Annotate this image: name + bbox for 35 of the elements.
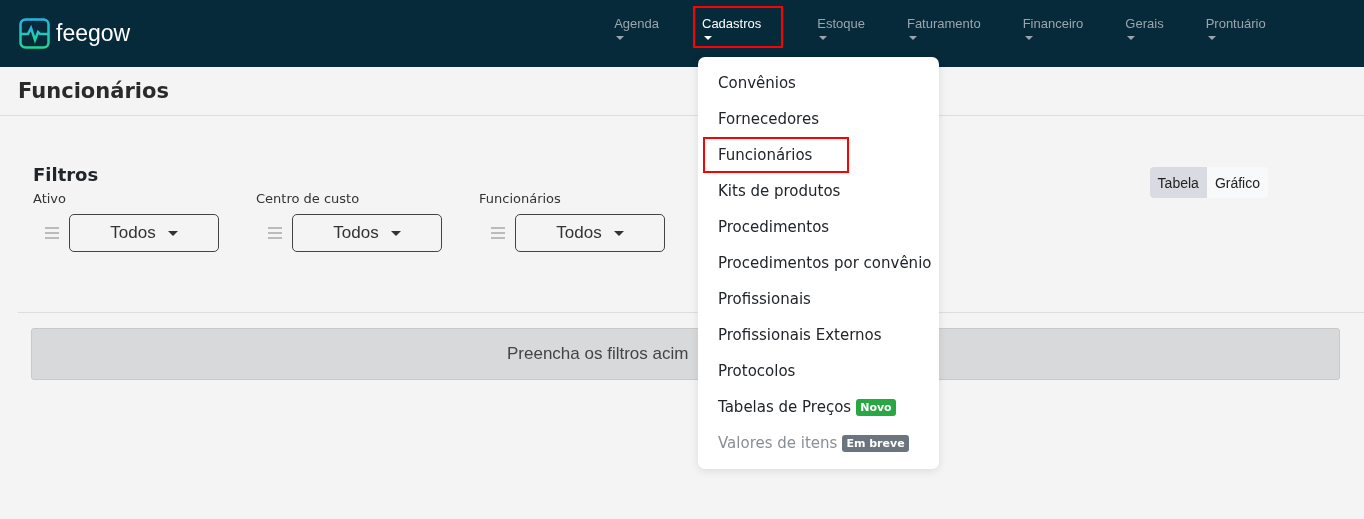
drag-handle-icon[interactable] bbox=[268, 227, 282, 239]
filters-heading: Filtros bbox=[33, 164, 100, 185]
nav-menu-item[interactable]: Estoque bbox=[809, 6, 873, 48]
menu-item[interactable]: Tabelas de Preços Novo bbox=[703, 389, 934, 425]
view-toggle-button[interactable]: Gráfico bbox=[1206, 167, 1268, 198]
menu-item[interactable]: Funcionários bbox=[703, 137, 849, 173]
page-title: Funcionários bbox=[18, 79, 169, 103]
filter-label: Funcionários bbox=[479, 191, 562, 206]
menu-item[interactable]: Procedimentos bbox=[703, 209, 934, 245]
view-toggle-button[interactable]: Tabela bbox=[1149, 167, 1207, 198]
nav-menu-item[interactable]: Faturamento bbox=[898, 6, 989, 48]
menu-item[interactable]: Kits de produtos bbox=[703, 173, 934, 209]
logo-icon bbox=[19, 18, 50, 49]
status-badge: Novo bbox=[856, 398, 896, 416]
menu-item[interactable]: Procedimentos por convênio bbox=[703, 245, 934, 281]
filter-dropdown[interactable]: Todos bbox=[515, 214, 665, 252]
menu-item[interactable]: Profissionais bbox=[703, 281, 934, 317]
menu-item[interactable]: Protocolos bbox=[703, 353, 934, 389]
filter-label: Centro de custo bbox=[256, 191, 361, 206]
filter-label: Ativo bbox=[33, 191, 68, 206]
menu-item[interactable]: Convênios bbox=[703, 65, 934, 101]
drag-handle-icon[interactable] bbox=[491, 227, 505, 239]
menu-item[interactable]: Profissionais Externos bbox=[703, 317, 934, 353]
status-badge: Em breve bbox=[842, 434, 909, 452]
filter-dropdown[interactable]: Todos bbox=[292, 214, 442, 252]
nav-menu-item[interactable]: Cadastros bbox=[693, 6, 784, 48]
alert-message: Preencha os filtros acim bbox=[507, 344, 689, 364]
filter-dropdown[interactable]: Todos bbox=[69, 214, 219, 252]
nav-menu-item[interactable]: Financeiro bbox=[1014, 6, 1092, 48]
brand-name: feegow bbox=[56, 20, 131, 47]
nav-menu-item[interactable]: Prontuário bbox=[1197, 6, 1274, 48]
menu-item[interactable]: Fornecedores bbox=[703, 101, 934, 137]
drag-handle-icon[interactable] bbox=[45, 227, 59, 239]
nav-menu-item[interactable]: Agenda bbox=[606, 6, 667, 48]
nav-menu-item[interactable]: Gerais bbox=[1117, 6, 1172, 48]
